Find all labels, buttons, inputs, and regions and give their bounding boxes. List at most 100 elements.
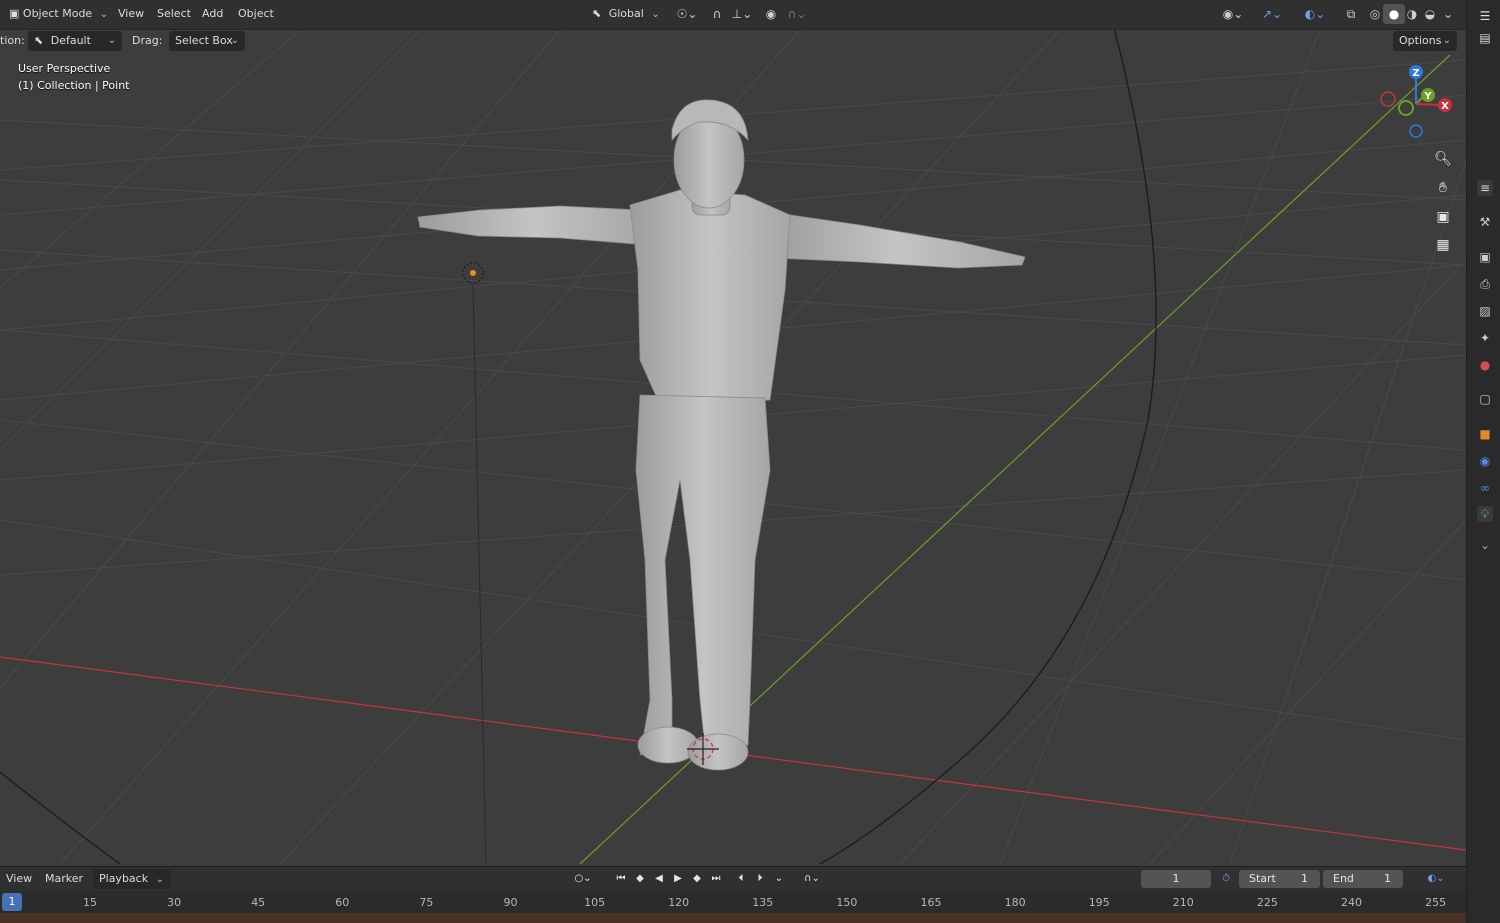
object-mode-icon: ▣ (9, 7, 20, 20)
playback-options-chevron-icon[interactable]: ⌄ (770, 870, 788, 888)
timeline-track-area[interactable] (0, 913, 1466, 923)
camera-frustum-curve (819, 19, 1157, 864)
3d-viewport[interactable]: User Perspective (1) Collection | Point … (0, 0, 1466, 864)
next-frame-icon[interactable]: ⏵ (751, 870, 769, 888)
viewport-scene[interactable] (0, 0, 1466, 864)
zoom-icon[interactable]: 🔍︎ (1431, 147, 1455, 171)
constraint-properties-icon[interactable]: ∞ (1477, 480, 1493, 496)
transform-orientation-dropdown[interactable]: ⬉ Global ⌄ (592, 4, 660, 24)
ruler-tick-label: 135 (752, 896, 774, 909)
snap-target-icon[interactable]: ⊥⌄ (728, 4, 756, 24)
keying-set-icon[interactable]: ∩⌄ (794, 870, 830, 888)
ruler-tick-label: 150 (836, 896, 858, 909)
visibility-eye-icon[interactable]: ◉⌄ (1218, 4, 1248, 24)
collection-properties-icon[interactable]: ▢ (1477, 391, 1493, 407)
current-frame-value: 1 (1172, 872, 1180, 885)
options-dropdown[interactable]: Options ⌄ (1393, 31, 1457, 51)
outliner-editor-icon[interactable]: ☰ (1477, 8, 1493, 24)
tool-settings-bar: tion: ⬉ Default ⌄ Drag: Select Box ⌄ Opt… (0, 29, 1466, 54)
orientation-label: tion: (0, 34, 25, 47)
orientation-gizmo-icon: ⬉ (34, 34, 44, 47)
render-properties-icon[interactable]: ▣ (1477, 249, 1493, 265)
properties-editor-icon[interactable]: ≡ (1477, 180, 1493, 196)
chevron-down-icon: ⌄ (107, 35, 116, 46)
properties-tab-strip: ☰ ▤ ≡ ⚒ ▣ ⎙ ▨ ✦ ● ▢ ■ ◉ ∞ 💡︎ ⌄ (1466, 0, 1500, 923)
proportional-edit-icon[interactable]: ◉ (760, 4, 782, 24)
ruler-tick-label: 60 (335, 896, 350, 909)
navigation-gizmo[interactable]: Z Y X (1376, 60, 1456, 140)
gizmo-z-label: Z (1412, 68, 1419, 79)
current-frame-field[interactable]: 1 (1141, 870, 1211, 888)
end-frame-field[interactable]: End 1 (1323, 870, 1403, 888)
current-frame-marker[interactable]: 1 (2, 893, 22, 911)
more-tabs-chevron-icon[interactable]: ⌄ (1477, 537, 1493, 553)
scene-properties-icon[interactable]: ✦ (1477, 330, 1493, 346)
view-layer-properties-icon[interactable]: ▨ (1477, 303, 1493, 319)
gizmo-toggle-icon[interactable]: ↗⌄ (1254, 4, 1290, 24)
timeline-ruler[interactable]: 1 15 30 45 60 75 90 105 120 135 150 165 180 195 210 22… (0, 891, 1466, 913)
chevron-down-icon: ⌄ (230, 35, 239, 46)
snap-toggle-icon[interactable]: ∩ (706, 4, 728, 24)
overlays-icon[interactable]: ◐⌄ (1297, 4, 1333, 24)
menu-select[interactable]: Select (153, 4, 195, 24)
menu-object[interactable]: Object (234, 4, 278, 24)
ruler-tick-label: 105 (584, 896, 606, 909)
camera-view-icon[interactable]: ▣ (1431, 205, 1455, 229)
pivot-point-icon[interactable]: ☉⌄ (672, 4, 702, 24)
ruler-tick-label: 90 (503, 896, 518, 909)
menu-add[interactable]: Add (198, 4, 227, 24)
physics-properties-icon[interactable]: ◉ (1477, 453, 1493, 469)
transform-orientation-label: Global (608, 7, 644, 20)
light-stem (472, 284, 487, 864)
timeline-overlay-icon[interactable]: ◐⌄ (1419, 870, 1453, 888)
auto-keying-icon[interactable]: ○⌄ (569, 870, 597, 888)
ruler-tick-label: 75 (419, 896, 434, 909)
ruler-tick-label: 225 (1256, 896, 1278, 909)
mode-selector[interactable]: ▣ Object Mode ⌄ (3, 4, 115, 24)
light-data-properties-icon[interactable]: 💡︎ (1477, 506, 1493, 522)
ruler-tick-label: 45 (251, 896, 266, 909)
chevron-down-icon: ⌄ (99, 9, 109, 20)
ruler-tick-label: 195 (1088, 896, 1110, 909)
ruler-tick-label: 30 (167, 896, 182, 909)
viewport-header: ▣ Object Mode ⌄ View Select Add Object ⬉… (0, 0, 1466, 30)
prev-frame-icon[interactable]: ⏴ (732, 870, 750, 888)
outliner-filter-icon[interactable]: ▤ (1477, 30, 1493, 46)
xray-toggle-icon[interactable]: ⧉ (1340, 4, 1362, 24)
timeline-header: View Marker Playback ⌄ ○⌄ ⏮ ◆ ◀ ▶ ◆ ⏭ ⏴ … (0, 866, 1466, 891)
drag-dropdown[interactable]: Select Box ⌄ (169, 31, 245, 51)
ruler-tick-label: 15 (83, 896, 97, 909)
start-label: Start (1249, 872, 1276, 885)
ruler-tick-label: 240 (1341, 896, 1362, 909)
object-properties-icon[interactable]: ■ (1477, 426, 1493, 442)
play-icon[interactable]: ▶ (669, 870, 687, 888)
end-label: End (1333, 872, 1354, 885)
drag-value: Select Box (175, 34, 233, 47)
ruler-tick-label: 210 (1172, 896, 1194, 909)
options-label: Options (1399, 34, 1442, 47)
jump-next-keyframe-icon[interactable]: ◆ (688, 870, 706, 888)
world-properties-icon[interactable]: ● (1477, 357, 1493, 373)
start-frame-field[interactable]: Start 1 (1239, 870, 1320, 888)
falloff-curve-icon[interactable]: ∩⌄ (782, 4, 812, 24)
perspective-toggle-icon[interactable]: ▦ (1431, 233, 1455, 257)
tool-properties-icon[interactable]: ⚒ (1477, 214, 1493, 230)
playback-label: Playback (99, 872, 149, 885)
play-reverse-icon[interactable]: ◀ (650, 870, 668, 888)
timeline-menu-marker[interactable]: Marker (41, 869, 87, 889)
menu-view[interactable]: View (114, 4, 148, 24)
jump-prev-keyframe-icon[interactable]: ◆ (631, 870, 649, 888)
collection-info-label: (1) Collection | Point (18, 79, 130, 92)
playback-dropdown[interactable]: Playback ⌄ (93, 869, 170, 889)
orientation-dropdown[interactable]: ⬉ Default ⌄ (28, 31, 122, 51)
jump-to-start-icon[interactable]: ⏮ (612, 870, 630, 888)
timeline-menu-view[interactable]: View (2, 869, 36, 889)
pan-hand-icon[interactable]: ✋︎ (1431, 176, 1455, 200)
shading-options-chevron-icon[interactable]: ⌄ (1437, 4, 1459, 24)
gizmo-neg-y-icon (1398, 100, 1414, 116)
output-properties-icon[interactable]: ⎙ (1477, 276, 1493, 292)
preview-range-clock-icon[interactable]: ⏱ (1217, 870, 1235, 888)
end-value: 1 (1384, 872, 1391, 885)
jump-to-end-icon[interactable]: ⏭ (707, 870, 725, 888)
orientation-axes-icon: ⬉ (592, 7, 602, 20)
